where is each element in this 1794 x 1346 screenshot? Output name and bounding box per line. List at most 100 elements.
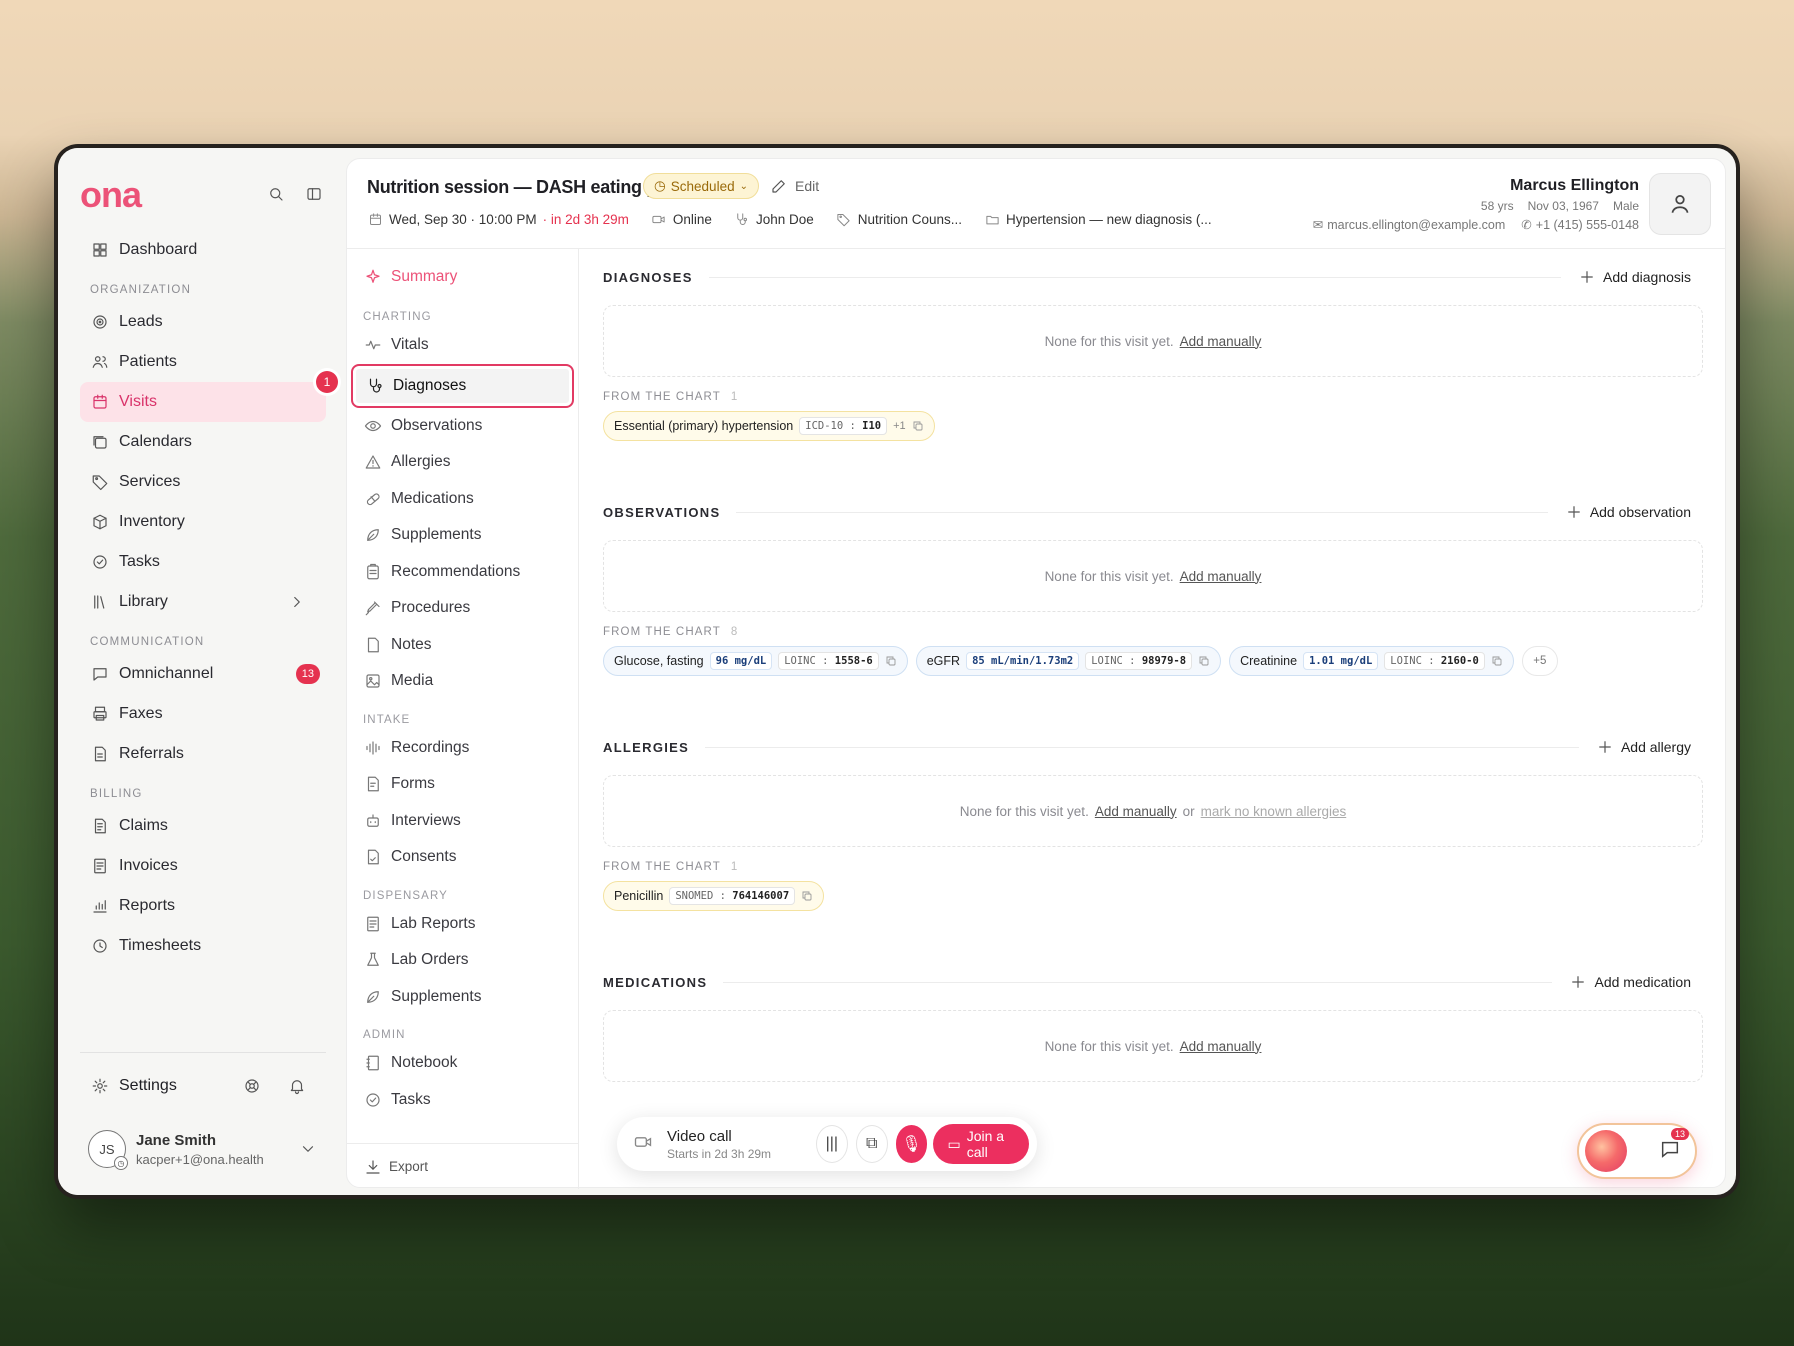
patient-email[interactable]: ✉ marcus.ellington@example.com [1313,217,1506,233]
subnav-item-forms[interactable]: Forms [347,766,578,803]
add-observations-button[interactable]: Add observation [1564,502,1703,522]
bell-icon[interactable] [287,1076,307,1096]
chat-icon[interactable]: 13 [1659,1127,1689,1165]
sidebar-item-label: Leads [119,313,163,330]
subnav-item-tasks[interactable]: Tasks [347,1082,578,1119]
sidebar-item-omnichannel[interactable]: Omnichannel 13 [80,654,326,694]
edit-label: Edit [795,178,820,194]
sidebar-item-label: Invoices [119,857,178,874]
sidebar-item-services[interactable]: Services [80,462,326,502]
join-call-button[interactable]: ▭ Join a call [933,1124,1030,1164]
assistant-widget[interactable]: 13 [1577,1123,1697,1179]
chat-icon [90,664,110,684]
copy-icon[interactable] [1491,655,1503,667]
subnav-item-summary[interactable]: Summary [347,257,578,297]
subnav-item-allergies[interactable]: Allergies [347,444,578,481]
chart-chip[interactable]: Glucose, fasting 96 mg/dL LOINC : 1558-6 [603,646,908,676]
copy-icon[interactable] [801,890,813,902]
subnav-item-lab-reports[interactable]: Lab Reports [347,906,578,943]
export-button[interactable]: Export [347,1143,578,1189]
sidebar-item-visits[interactable]: Visits [80,382,326,422]
subnav-item-lab-orders[interactable]: Lab Orders [347,942,578,979]
clipboard-icon [363,562,383,582]
add-manually-link[interactable]: Add manually [1095,804,1177,819]
add-medications-button[interactable]: Add medication [1568,972,1703,992]
sidebar-item-library[interactable]: Library [80,582,326,622]
settings-link[interactable]: Settings [80,1053,326,1119]
edit-button[interactable]: Edit [769,173,819,199]
subnav-item-diagnoses[interactable]: Diagnoses [351,363,574,408]
subnav-item-supplements[interactable]: Supplements [347,517,578,554]
subnav-item-recordings[interactable]: Recordings [347,730,578,767]
code-value: 2160-0 [1440,655,1479,667]
add-diagnoses-button[interactable]: Add diagnosis [1577,267,1703,287]
add-label: Add diagnosis [1603,269,1691,285]
visit-provider[interactable]: John Doe [734,211,814,227]
patient-name[interactable]: Marcus Ellington [1510,177,1639,195]
patient-avatar[interactable] [1649,173,1711,235]
subnav-item-medications[interactable]: Medications [347,481,578,518]
subnav-item-interviews[interactable]: Interviews [347,803,578,840]
subnav-item-vitals[interactable]: Vitals [347,327,578,364]
more-chips-button[interactable]: +5 [1521,646,1558,676]
visit-mode[interactable]: Online [651,211,712,227]
sidebar-item-leads[interactable]: Leads [80,302,326,342]
copy-icon[interactable] [885,655,897,667]
visit-case[interactable]: Hypertension — new diagnosis (... [984,211,1212,227]
subnav-item-observations[interactable]: Observations [347,408,578,445]
sidebar-item-calendars[interactable]: Calendars [80,422,326,462]
chart-chip[interactable]: Penicillin SNOMED : 764146007 [603,881,825,911]
subnav-item-notes[interactable]: Notes [347,627,578,664]
pencil-icon [769,176,789,196]
copy-button[interactable]: ⧉ [855,1125,888,1163]
visit-header: Nutrition session — DASH eating plan ◷ S… [347,159,1725,249]
sidebar-item-reports[interactable]: Reports [80,886,326,926]
visit-service[interactable]: Nutrition Couns... [836,211,962,227]
sidebar-item-label: Inventory [119,513,185,530]
subnav-item-supplements[interactable]: Supplements [347,979,578,1016]
sidebar-toggle-icon[interactable] [304,184,324,204]
main-nav: Dashboard ORGANIZATION Leads Patients Visits… [80,230,326,966]
sidebar-item-dashboard[interactable]: Dashboard [80,230,326,270]
sidebar-item-faxes[interactable]: Faxes [80,694,326,734]
subnav-item-consents[interactable]: Consents [347,839,578,876]
add-manually-link[interactable]: Add manually [1180,1039,1262,1054]
copy-icon[interactable] [912,420,924,432]
waveform-button[interactable]: ||| [815,1125,848,1163]
patient-phone[interactable]: ✆ +1 (415) 555-0148 [1521,217,1639,233]
add-allergies-button[interactable]: Add allergy [1595,737,1703,757]
help-icon[interactable] [242,1076,262,1096]
microphone-button[interactable]: 🎙 [895,1125,928,1163]
add-label: Add medication [1594,974,1691,990]
no-known-allergies-link[interactable]: mark no known allergies [1201,804,1347,819]
user-menu[interactable]: JS ◷ Jane Smith kacper+1@ona.health [80,1119,326,1179]
sidebar-item-tasks[interactable]: Tasks [80,542,326,582]
status-dropdown[interactable]: ◷ Scheduled ⌄ [643,173,759,199]
sidebar-item-invoices[interactable]: Invoices [80,846,326,886]
chevron-down-icon[interactable] [298,1139,318,1159]
app-logo[interactable]: ona [80,174,142,216]
sidebar-item-timesheets[interactable]: Timesheets [80,926,326,966]
folder-icon [984,211,1000,227]
code-system: SNOMED [675,890,714,902]
sidebar-item-patients[interactable]: Patients [80,342,326,382]
subnav-section-title: DISPENSARY [363,889,448,902]
chart-chip[interactable]: Creatinine 1.01 mg/dL LOINC : 2160-0 [1229,646,1514,676]
copy-icon: ⧉ [865,1135,878,1152]
chart-chip[interactable]: eGFR 85 mL/min/1.73m2 LOINC : 98979-8 [915,646,1222,676]
sidebar-item-referrals[interactable]: Referrals [80,734,326,774]
search-icon[interactable] [266,184,286,204]
sidebar-section-title: COMMUNICATION [90,636,205,648]
assistant-orb-icon[interactable] [1585,1130,1627,1172]
add-manually-link[interactable]: Add manually [1180,569,1262,584]
chart-chip[interactable]: Essential (primary) hypertension ICD-10 :… [603,411,935,441]
visit-date[interactable]: Wed, Sep 30 · 10:00 PM · in 2d 3h 29m [367,211,629,227]
add-manually-link[interactable]: Add manually [1180,334,1262,349]
sidebar-item-claims[interactable]: Claims [80,806,326,846]
subnav-item-media[interactable]: Media [347,663,578,700]
subnav-item-recommendations[interactable]: Recommendations [347,554,578,591]
copy-icon[interactable] [1198,655,1210,667]
subnav-item-notebook[interactable]: Notebook [347,1045,578,1082]
subnav-item-procedures[interactable]: Procedures [347,590,578,627]
sidebar-item-inventory[interactable]: Inventory [80,502,326,542]
